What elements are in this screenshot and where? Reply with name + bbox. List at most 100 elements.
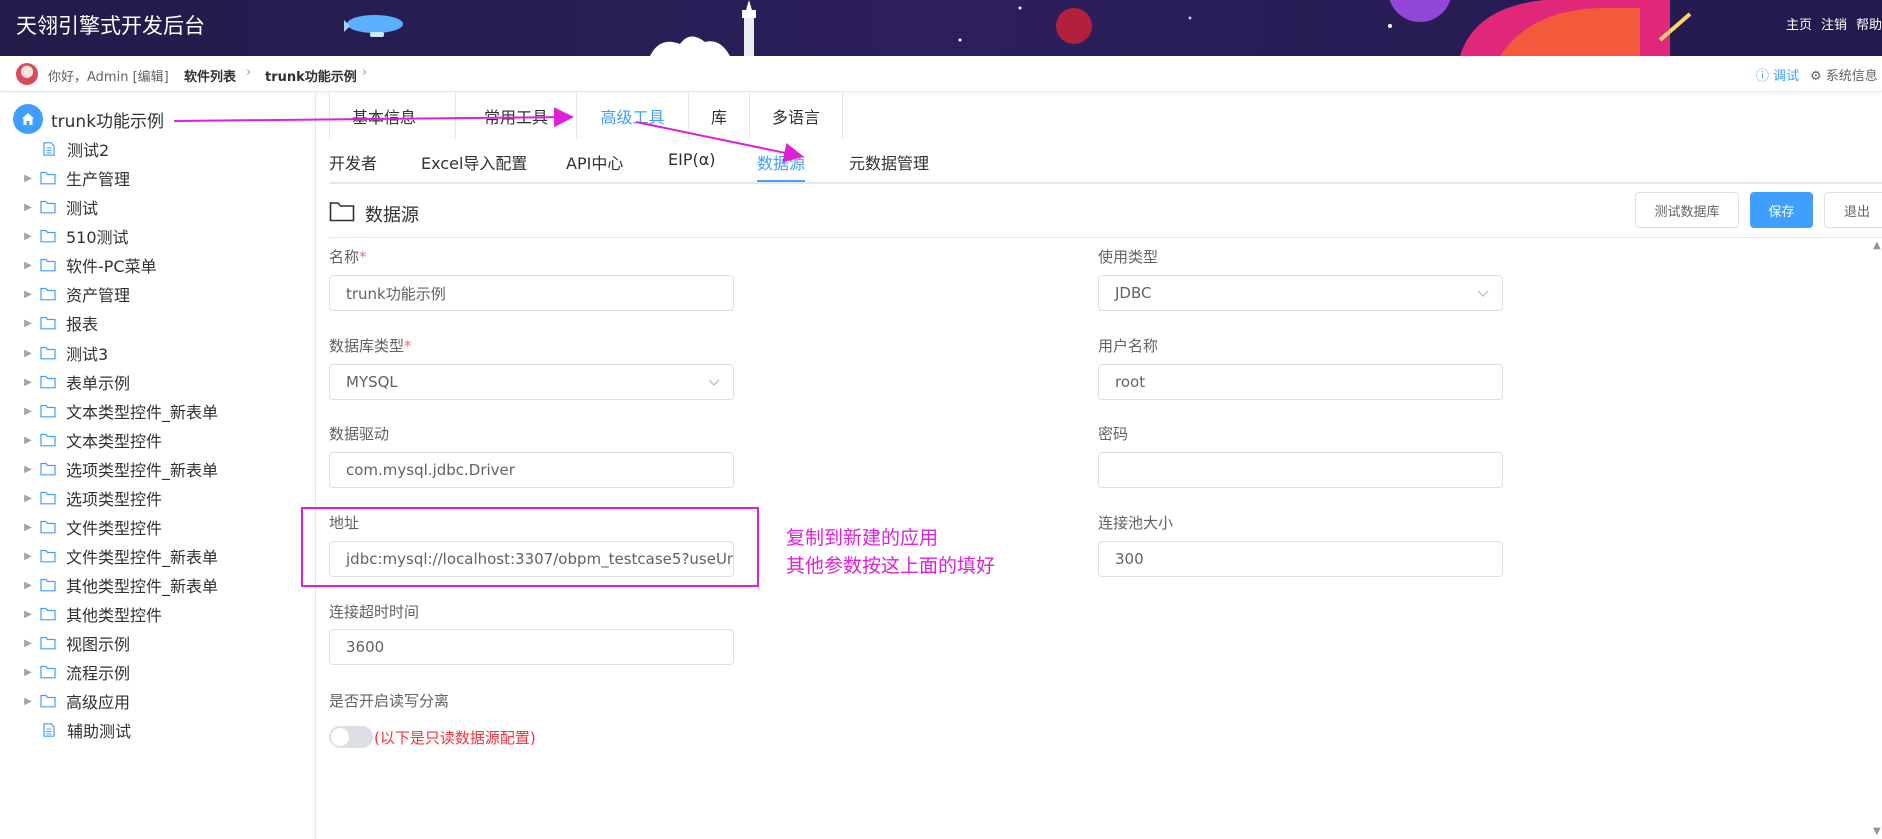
nav-help[interactable]: 帮助 <box>1856 18 1882 33</box>
save-button[interactable]: 保存 <box>1750 192 1813 228</box>
tree-item[interactable]: ▶ 软件-PC菜单 <box>16 253 157 277</box>
tree-item[interactable]: ▶ 高级应用 <box>16 689 130 713</box>
debug-link[interactable]: ⓘ 调试 <box>1756 65 1799 84</box>
driver-input[interactable]: com.mysql.jdbc.Driver <box>329 452 734 488</box>
tree-item-label: 视图示例 <box>66 635 131 654</box>
caret-right-icon[interactable]: ▶ <box>16 551 40 562</box>
scroll-up-icon[interactable]: ▲ <box>1873 240 1881 251</box>
annotation-note: 复制到新建的应用 其他参数按这上面的填好 <box>786 524 995 580</box>
tree-root[interactable]: trunk功能示例 <box>13 104 164 134</box>
caret-right-icon[interactable]: ▶ <box>16 609 40 620</box>
folder-icon <box>40 636 56 650</box>
caret-right-icon[interactable]: ▶ <box>16 435 40 446</box>
tree-item[interactable]: ▶ 其他类型控件_新表单 <box>16 573 218 597</box>
caret-right-icon[interactable]: ▶ <box>16 638 40 649</box>
folder-icon <box>40 200 56 214</box>
tab-api-center[interactable]: API中心 <box>566 150 623 182</box>
folder-icon <box>40 491 56 505</box>
caret-right-icon[interactable]: ▶ <box>16 318 40 329</box>
tree-item[interactable]: ▶ 视图示例 <box>16 631 130 655</box>
tree-item[interactable]: ▶ 文件类型控件_新表单 <box>16 544 218 568</box>
tree-item-label: 资产管理 <box>66 286 131 305</box>
name-label: 名称* <box>329 248 367 266</box>
use-type-value: JDBC <box>1115 284 1152 302</box>
caret-right-icon[interactable]: ▶ <box>16 667 40 678</box>
tree-item[interactable]: ▶ 生产管理 <box>16 166 130 190</box>
tree-item-label: 文件类型控件_新表单 <box>66 548 219 567</box>
tab-library[interactable]: 库 <box>689 93 750 139</box>
header-illustration <box>344 0 1692 56</box>
nav-logout[interactable]: 注销 <box>1821 18 1847 33</box>
chevron-down-icon <box>708 379 720 387</box>
caret-right-icon[interactable]: ▶ <box>16 260 40 271</box>
caret-right-icon[interactable]: ▶ <box>16 231 40 242</box>
exit-button[interactable]: 退出 <box>1824 192 1882 228</box>
caret-right-icon[interactable]: ▶ <box>16 464 40 475</box>
tree-item[interactable]: ▶ 其他类型控件 <box>16 602 162 626</box>
tree-item[interactable]: ▶ 文本类型控件_新表单 <box>16 399 218 423</box>
caret-right-icon[interactable]: ▶ <box>16 406 40 417</box>
driver-label: 数据驱动 <box>329 425 390 443</box>
tree-item[interactable]: ▶ 文本类型控件 <box>16 428 162 452</box>
tab-common-tools[interactable]: 常用工具 <box>456 93 577 139</box>
scroll-down-icon[interactable]: ▼ <box>1873 826 1881 837</box>
caret-right-icon[interactable]: ▶ <box>16 348 40 359</box>
username-label: 用户名称 <box>1098 337 1159 355</box>
system-info-link[interactable]: ⚙ 系统信息 <box>1810 65 1878 84</box>
home-icon <box>13 104 43 134</box>
folder-icon <box>40 404 56 418</box>
tree-item-label: 测试3 <box>66 345 109 364</box>
username-input[interactable]: root <box>1098 364 1503 400</box>
tab-eip[interactable]: EIP(α) <box>668 150 716 182</box>
folder-icon <box>40 462 56 476</box>
tab-multilanguage[interactable]: 多语言 <box>750 93 843 139</box>
breadcrumb-current[interactable]: trunk功能示例 <box>265 66 357 85</box>
password-input[interactable] <box>1098 452 1503 488</box>
pool-size-input[interactable]: 300 <box>1098 541 1503 577</box>
folder-icon <box>40 607 56 621</box>
caret-right-icon[interactable]: ▶ <box>16 173 40 184</box>
tree-item[interactable]: ▶测试2 <box>17 137 109 161</box>
tree-item[interactable]: ▶ 流程示例 <box>16 660 130 684</box>
tree-item[interactable]: ▶ 选项类型控件_新表单 <box>16 457 218 481</box>
top-header: 天翎引擎式开发后台 主页 注销 帮助 <box>0 0 1882 56</box>
tree-root-label: trunk功能示例 <box>51 111 165 132</box>
tab-basic-info[interactable]: 基本信息 <box>329 93 456 139</box>
caret-right-icon[interactable]: ▶ <box>16 289 40 300</box>
caret-right-icon[interactable]: ▶ <box>16 696 40 707</box>
avatar[interactable] <box>16 63 38 85</box>
tab-excel-import[interactable]: Excel导入配置 <box>421 150 527 182</box>
tree-item[interactable]: ▶辅助测试 <box>17 718 131 742</box>
use-type-select[interactable]: JDBC <box>1098 275 1503 311</box>
caret-right-icon[interactable]: ▶ <box>16 377 40 388</box>
tree-item-label: 软件-PC菜单 <box>66 257 157 276</box>
test-database-button[interactable]: 测试数据库 <box>1635 192 1739 228</box>
tab-developer[interactable]: 开发者 <box>329 150 377 182</box>
tree-item[interactable]: ▶ 测试3 <box>16 341 108 365</box>
caret-right-icon[interactable]: ▶ <box>16 580 40 591</box>
tab-advanced-tools[interactable]: 高级工具 <box>577 93 689 139</box>
tab-datasource[interactable]: 数据源 <box>757 150 806 182</box>
user-greeting[interactable]: 你好，Admin [编辑] <box>48 66 169 85</box>
caret-right-icon[interactable]: ▶ <box>16 493 40 504</box>
tree-item-label: 510测试 <box>66 228 129 247</box>
tree-item-label: 生产管理 <box>66 170 131 189</box>
tree-item[interactable]: ▶ 表单示例 <box>16 370 130 394</box>
rw-split-toggle[interactable] <box>329 726 373 748</box>
tree-item[interactable]: ▶ 510测试 <box>16 224 129 248</box>
tab-metadata[interactable]: 元数据管理 <box>849 150 929 182</box>
timeout-input[interactable]: 3600 <box>329 629 734 665</box>
tree-item[interactable]: ▶ 选项类型控件 <box>16 486 162 510</box>
nav-home[interactable]: 主页 <box>1786 18 1812 33</box>
tree-item[interactable]: ▶ 文件类型控件 <box>16 515 162 539</box>
tree-item[interactable]: ▶ 测试 <box>16 195 98 219</box>
tree-item[interactable]: ▶ 报表 <box>16 311 98 335</box>
name-input[interactable]: trunk功能示例 <box>329 275 734 311</box>
caret-right-icon[interactable]: ▶ <box>16 202 40 213</box>
db-type-select[interactable]: MYSQL <box>329 364 734 400</box>
password-label: 密码 <box>1098 425 1129 443</box>
caret-right-icon[interactable]: ▶ <box>16 522 40 533</box>
gear-icon: ⚙ <box>1810 69 1822 84</box>
breadcrumb-software-list[interactable]: 软件列表 <box>184 66 236 85</box>
tree-item[interactable]: ▶ 资产管理 <box>16 282 130 306</box>
